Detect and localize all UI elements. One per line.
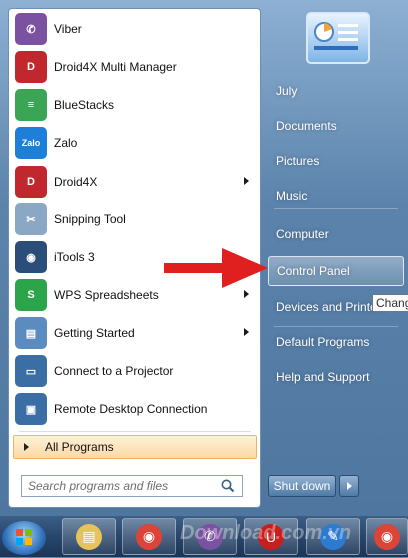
wps-spreadsheets-icon: S xyxy=(15,279,47,311)
program-item[interactable]: ▭ Connect to a Projector xyxy=(13,353,257,389)
droid4x-icon: D xyxy=(15,166,47,198)
search-box[interactable] xyxy=(21,475,243,497)
remote-desktop-icon: ▣ xyxy=(15,393,47,425)
bluestacks-icon: ≡ xyxy=(15,89,47,121)
all-programs-divider xyxy=(19,431,251,432)
submenu-arrow-icon[interactable] xyxy=(244,177,249,185)
link-computer[interactable]: Computer xyxy=(268,219,404,249)
program-label: BlueStacks xyxy=(54,98,115,112)
program-label: WPS Spreadsheets xyxy=(54,288,159,302)
program-item[interactable]: D Droid4X Multi Manager xyxy=(13,49,257,85)
program-item[interactable]: Zalo Zalo xyxy=(13,125,257,161)
explorer-icon: ▤ xyxy=(76,523,102,550)
taskbar-button[interactable]: ▤ xyxy=(62,518,116,555)
all-programs-label: All Programs xyxy=(45,440,114,454)
windows-logo-icon xyxy=(16,529,32,545)
program-item[interactable]: ✆ Viber xyxy=(13,11,257,47)
chrome-icon: ◉ xyxy=(136,523,162,550)
right-divider xyxy=(274,326,398,327)
all-programs-button[interactable]: All Programs xyxy=(13,435,257,459)
right-divider xyxy=(274,208,398,209)
shutdown-options-button[interactable] xyxy=(339,475,359,497)
taskbar-button[interactable]: ◉ xyxy=(366,518,408,555)
program-label: Connect to a Projector xyxy=(54,364,174,378)
getting-started-icon: ▤ xyxy=(15,317,47,349)
link-help-and-support[interactable]: Help and Support xyxy=(268,362,404,392)
red-arrow-annotation xyxy=(164,248,268,288)
program-item[interactable]: ✂ Snipping Tool xyxy=(13,201,257,237)
snipping-tool-icon: ✂ xyxy=(15,203,47,235)
arrow-right-icon xyxy=(24,443,29,451)
program-label: Zalo xyxy=(54,136,78,150)
link-july[interactable]: July xyxy=(268,76,404,106)
link-pictures[interactable]: Pictures xyxy=(268,146,404,176)
control-panel-picture xyxy=(306,12,370,64)
link-default-programs[interactable]: Default Programs xyxy=(268,327,404,357)
taskbar-button[interactable]: ◉ xyxy=(122,518,176,555)
link-control-panel[interactable]: Control Panel xyxy=(268,256,404,286)
submenu-arrow-icon[interactable] xyxy=(244,290,249,298)
program-item[interactable]: ≡ BlueStacks xyxy=(13,87,257,123)
start-button[interactable] xyxy=(2,521,46,555)
program-item[interactable]: ▤ Getting Started xyxy=(13,315,257,351)
tooltip: Change xyxy=(372,294,408,312)
program-item[interactable]: ▣ Remote Desktop Connection xyxy=(13,391,257,427)
program-label: iTools 3 xyxy=(54,250,95,264)
projector-icon: ▭ xyxy=(15,355,47,387)
link-documents[interactable]: Documents xyxy=(268,111,404,141)
zalo-icon: Zalo xyxy=(15,127,47,159)
link-music[interactable]: Music xyxy=(268,181,404,211)
itools-icon: ◉ xyxy=(15,241,47,273)
program-label: Getting Started xyxy=(54,326,135,340)
program-item[interactable]: D Droid4X xyxy=(13,164,257,200)
program-label: Droid4X Multi Manager xyxy=(54,60,177,74)
chrome-icon: ◉ xyxy=(374,523,400,550)
program-label: Viber xyxy=(54,22,82,36)
program-label: Snipping Tool xyxy=(54,212,126,226)
search-input[interactable] xyxy=(26,476,220,496)
submenu-arrow-icon[interactable] xyxy=(244,328,249,336)
program-label: Droid4X xyxy=(54,175,98,189)
shutdown-button[interactable]: Shut down xyxy=(268,475,336,497)
shutdown-label: Shut down xyxy=(273,479,331,493)
arrow-right-icon xyxy=(346,482,352,490)
droid4x-multi-manager-icon: D xyxy=(15,51,47,83)
watermark: Download.com.vn xyxy=(180,522,352,544)
program-label: Remote Desktop Connection xyxy=(54,402,208,416)
search-icon[interactable] xyxy=(220,478,236,494)
viber-icon: ✆ xyxy=(15,13,47,45)
